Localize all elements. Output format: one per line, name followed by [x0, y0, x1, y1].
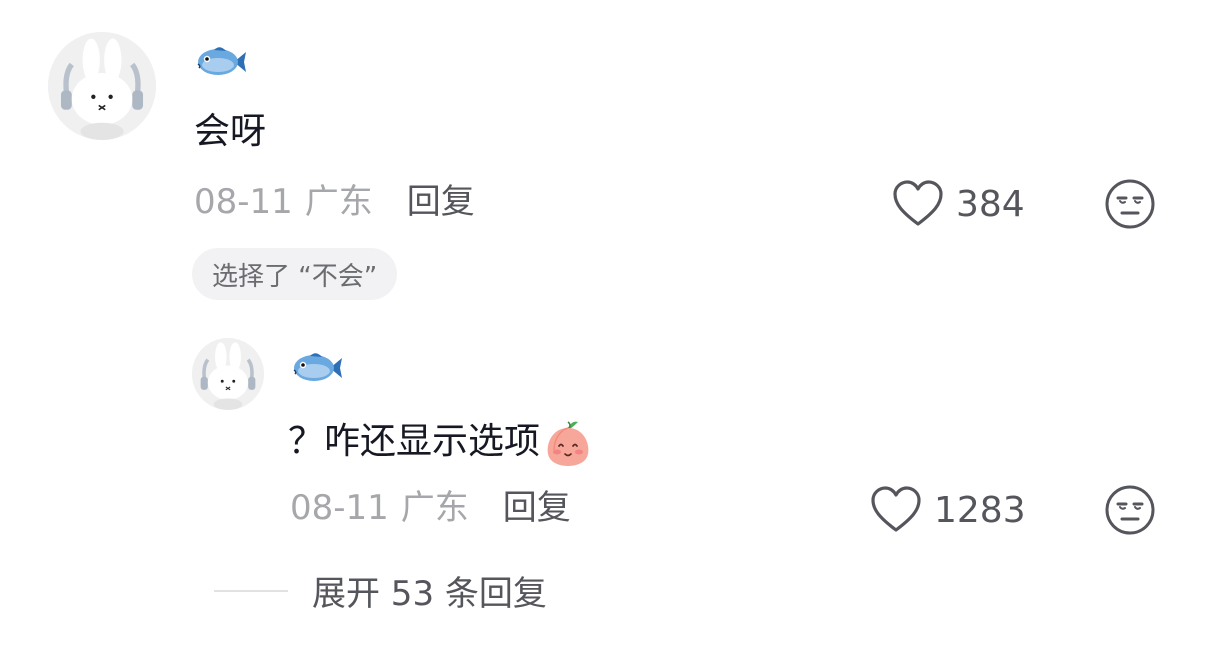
fish-emoji-icon	[197, 47, 246, 75]
peach-emoji-icon	[542, 416, 594, 468]
comment-text: 会呀	[194, 111, 267, 152]
reply-dislike-button[interactable]	[1104, 484, 1156, 536]
like-count: 384	[956, 183, 1025, 225]
comment-meta: 08-11 广东 回复	[194, 182, 475, 222]
reply-location: 广东	[400, 488, 469, 528]
reply-avatar[interactable]	[192, 338, 264, 410]
comment-avatar[interactable]	[48, 32, 156, 140]
comment-username[interactable]	[194, 40, 248, 84]
heart-icon	[871, 486, 921, 532]
comment-date: 08-11	[194, 182, 293, 222]
like-button[interactable]: 384	[892, 180, 1025, 228]
reply-meta: 08-11 广东 回复	[290, 488, 571, 528]
reply-like-count: 1283	[934, 489, 1026, 531]
dislike-button[interactable]	[1104, 178, 1156, 230]
fish-emoji-icon	[293, 353, 342, 381]
comment-location: 广东	[304, 182, 373, 222]
choice-tag: 选择了 “不会”	[192, 248, 398, 300]
bunny-avatar-icon	[192, 338, 264, 410]
reply-reply-button[interactable]: 回复	[503, 488, 571, 528]
reply-username[interactable]	[290, 346, 344, 390]
unamused-face-icon	[1105, 485, 1155, 535]
expand-replies-label: 展开 53 条回复	[312, 574, 547, 614]
bunny-avatar-icon	[48, 32, 156, 140]
unamused-face-icon	[1105, 179, 1155, 229]
reply-date: 08-11	[290, 488, 389, 528]
reply-text-row: ？咋还显示选项	[288, 416, 594, 468]
expand-replies-button[interactable]: 展开 53 条回复	[214, 566, 547, 615]
reply-text: ？咋还显示选项	[288, 421, 541, 462]
divider-line	[214, 589, 288, 592]
reply-button[interactable]: 回复	[407, 182, 475, 222]
heart-icon	[893, 180, 943, 226]
reply-like-button[interactable]: 1283	[870, 486, 1026, 534]
